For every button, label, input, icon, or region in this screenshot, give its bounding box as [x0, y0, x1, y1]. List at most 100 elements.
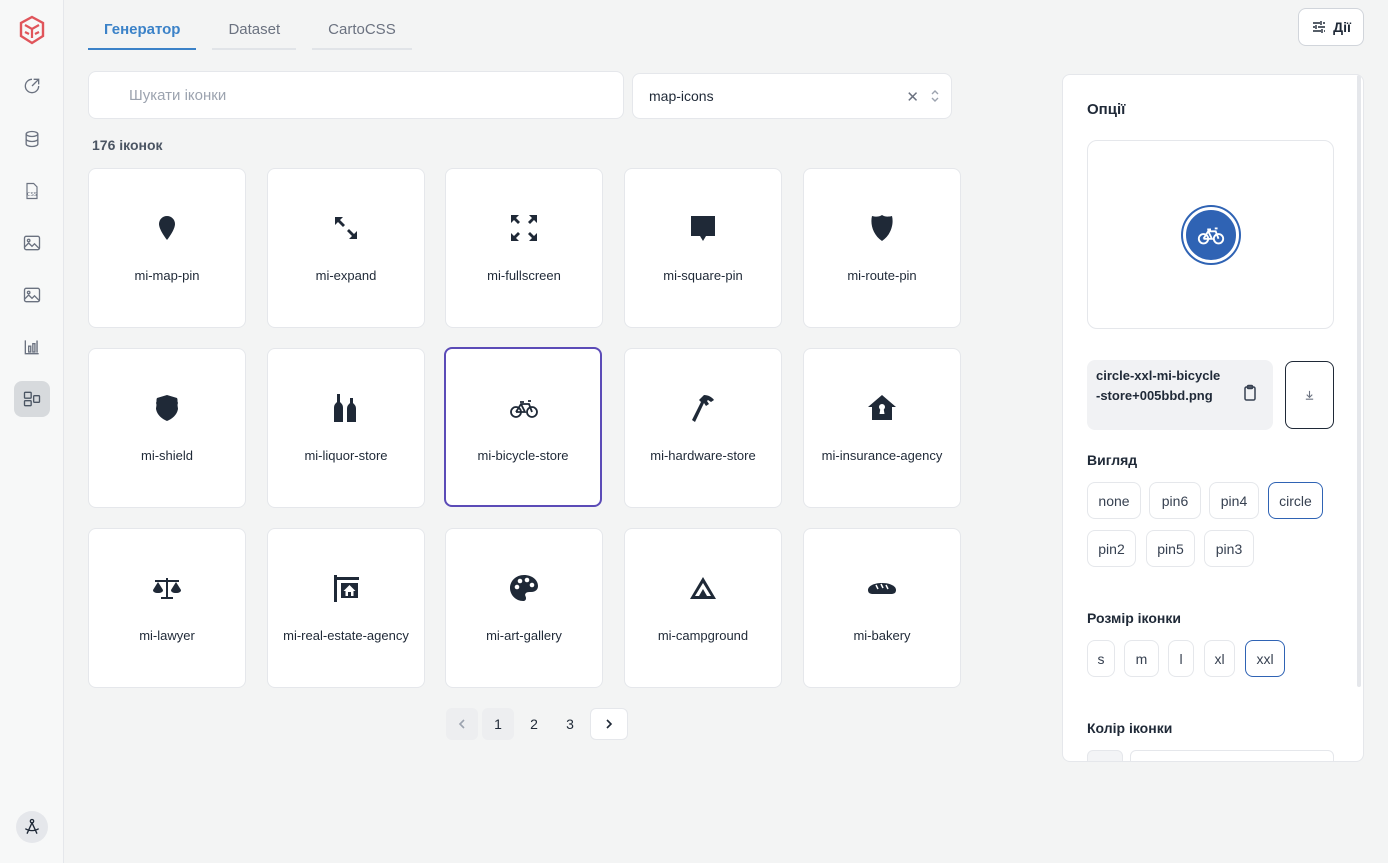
icon-card[interactable]: mi-real-estate-agency	[267, 528, 425, 688]
expand-icon	[327, 209, 365, 247]
actions-button[interactable]: Дії	[1298, 8, 1364, 46]
palette-icon	[505, 569, 543, 607]
icon-card[interactable]: mi-bakery	[803, 528, 961, 688]
clear-icon[interactable]: ✕	[906, 88, 919, 106]
real-estate-sign-icon	[327, 569, 365, 607]
gallery-icon	[23, 287, 41, 303]
color-swatch[interactable]	[1087, 750, 1123, 761]
icon-card-selected[interactable]: mi-bicycle-store	[444, 347, 602, 507]
search-input[interactable]	[89, 72, 623, 118]
database-icon	[25, 130, 39, 148]
style-chip-circle[interactable]: circle	[1268, 482, 1323, 519]
icon-card[interactable]: mi-shield	[88, 348, 246, 508]
color-label: Колір іконки	[1087, 720, 1173, 736]
icon-card-label: mi-route-pin	[847, 268, 917, 283]
prev-page-button[interactable]	[446, 708, 478, 740]
insurance-agency-icon	[863, 389, 901, 427]
sidebar-item-database[interactable]	[14, 121, 50, 157]
chevron-updown-icon[interactable]	[929, 88, 941, 104]
panel-scrollbar[interactable]	[1357, 75, 1361, 687]
hammer-icon	[684, 389, 722, 427]
size-chip-xl[interactable]: xl	[1204, 640, 1235, 677]
style-chip-pin5[interactable]: pin5	[1146, 530, 1195, 567]
collection-value: map-icons	[649, 88, 714, 104]
chevron-left-icon	[458, 719, 465, 729]
actions-label: Дії	[1333, 19, 1351, 35]
css-file-icon: CSS	[26, 182, 38, 200]
icon-card-label: mi-bicycle-store	[477, 448, 569, 463]
page-button-3[interactable]: 3	[554, 708, 586, 740]
sliders-icon	[1313, 21, 1326, 33]
tab-cartocss[interactable]: CartoCSS	[312, 10, 412, 50]
icon-card[interactable]: mi-expand	[267, 168, 425, 328]
icon-card-label: mi-shield	[140, 448, 193, 463]
liquor-store-icon	[327, 389, 365, 427]
map-pin-icon	[148, 209, 186, 247]
size-label: Розмір іконки	[1087, 610, 1181, 626]
app-logo[interactable]	[14, 12, 50, 48]
icon-card[interactable]: mi-square-pin	[624, 168, 782, 328]
user-avatar[interactable]	[16, 811, 48, 843]
icon-card-label: mi-expand	[315, 268, 377, 283]
style-chip-pin6[interactable]: pin6	[1149, 482, 1201, 519]
page-button-1[interactable]: 1	[482, 708, 514, 740]
copy-icon[interactable]	[1240, 383, 1260, 403]
svg-text:CSS: CSS	[27, 192, 37, 198]
style-chip-pin2[interactable]: pin2	[1087, 530, 1136, 567]
page-button-2[interactable]: 2	[518, 708, 550, 740]
sidebar-item-charts[interactable]	[14, 329, 50, 365]
icon-count: 176 іконок	[92, 137, 163, 153]
download-button[interactable]	[1285, 361, 1334, 429]
sidebar-item-gallery[interactable]	[14, 277, 50, 313]
icon-card[interactable]: mi-fullscreen	[445, 168, 603, 328]
bicycle-icon	[505, 389, 543, 427]
search-box	[88, 71, 624, 119]
style-chip-pin3[interactable]: pin3	[1204, 530, 1254, 567]
next-page-button[interactable]	[590, 708, 628, 740]
collection-select[interactable]: map-icons ✕	[632, 73, 952, 119]
icon-card-label: mi-campground	[657, 628, 749, 643]
fullscreen-icon	[505, 209, 543, 247]
icon-card-label: mi-map-pin	[134, 268, 200, 283]
sidebar: CSS	[0, 0, 64, 863]
icon-card[interactable]: mi-campground	[624, 528, 782, 688]
icon-card[interactable]: mi-liquor-store	[267, 348, 425, 508]
sidebar-item-share[interactable]	[14, 68, 50, 104]
preview-circle	[1182, 206, 1239, 263]
tab-generator[interactable]: Генератор	[88, 10, 197, 50]
icon-card[interactable]: mi-lawyer	[88, 528, 246, 688]
route-pin-icon	[863, 209, 901, 247]
icon-card[interactable]: mi-insurance-agency	[803, 348, 961, 508]
size-chip-xxl[interactable]: xxl	[1245, 640, 1285, 677]
filename-text: circle-xxl-mi-bicycle-store+005bbd.png	[1096, 368, 1221, 403]
sidebar-item-images[interactable]	[14, 225, 50, 261]
color-input[interactable]	[1130, 750, 1334, 761]
icon-card[interactable]: mi-art-gallery	[445, 528, 603, 688]
logo-icon	[19, 15, 45, 45]
shield-icon	[148, 389, 186, 427]
icon-card[interactable]: mi-route-pin	[803, 168, 961, 328]
icon-preview	[1087, 140, 1334, 329]
tent-icon	[684, 569, 722, 607]
options-panel: Опції circle-xxl-mi-bicycle-store+005bbd…	[1062, 74, 1364, 762]
size-chip-l[interactable]: l	[1168, 640, 1194, 677]
scales-icon	[148, 569, 186, 607]
style-chip-none[interactable]: none	[1087, 482, 1141, 519]
icon-card-label: mi-fullscreen	[487, 268, 561, 283]
chevron-right-icon	[606, 719, 613, 729]
style-chip-pin4[interactable]: pin4	[1209, 482, 1259, 519]
size-chip-m[interactable]: m	[1124, 640, 1159, 677]
pagination: 1 2 3	[446, 708, 628, 740]
sidebar-item-css[interactable]: CSS	[14, 173, 50, 209]
size-chip-s[interactable]: s	[1087, 640, 1115, 677]
icon-card-label: mi-hardware-store	[650, 448, 756, 463]
sidebar-item-icons[interactable]	[14, 381, 50, 417]
icon-card-label: mi-real-estate-agency	[283, 628, 409, 643]
options-title: Опції	[1087, 101, 1126, 118]
compass-icon	[24, 818, 40, 834]
tab-dataset[interactable]: Dataset	[212, 10, 297, 50]
icon-card[interactable]: mi-map-pin	[88, 168, 246, 328]
icon-card-label: mi-art-gallery	[486, 628, 562, 643]
icon-card[interactable]: mi-hardware-store	[624, 348, 782, 508]
layout-icon	[23, 391, 41, 407]
